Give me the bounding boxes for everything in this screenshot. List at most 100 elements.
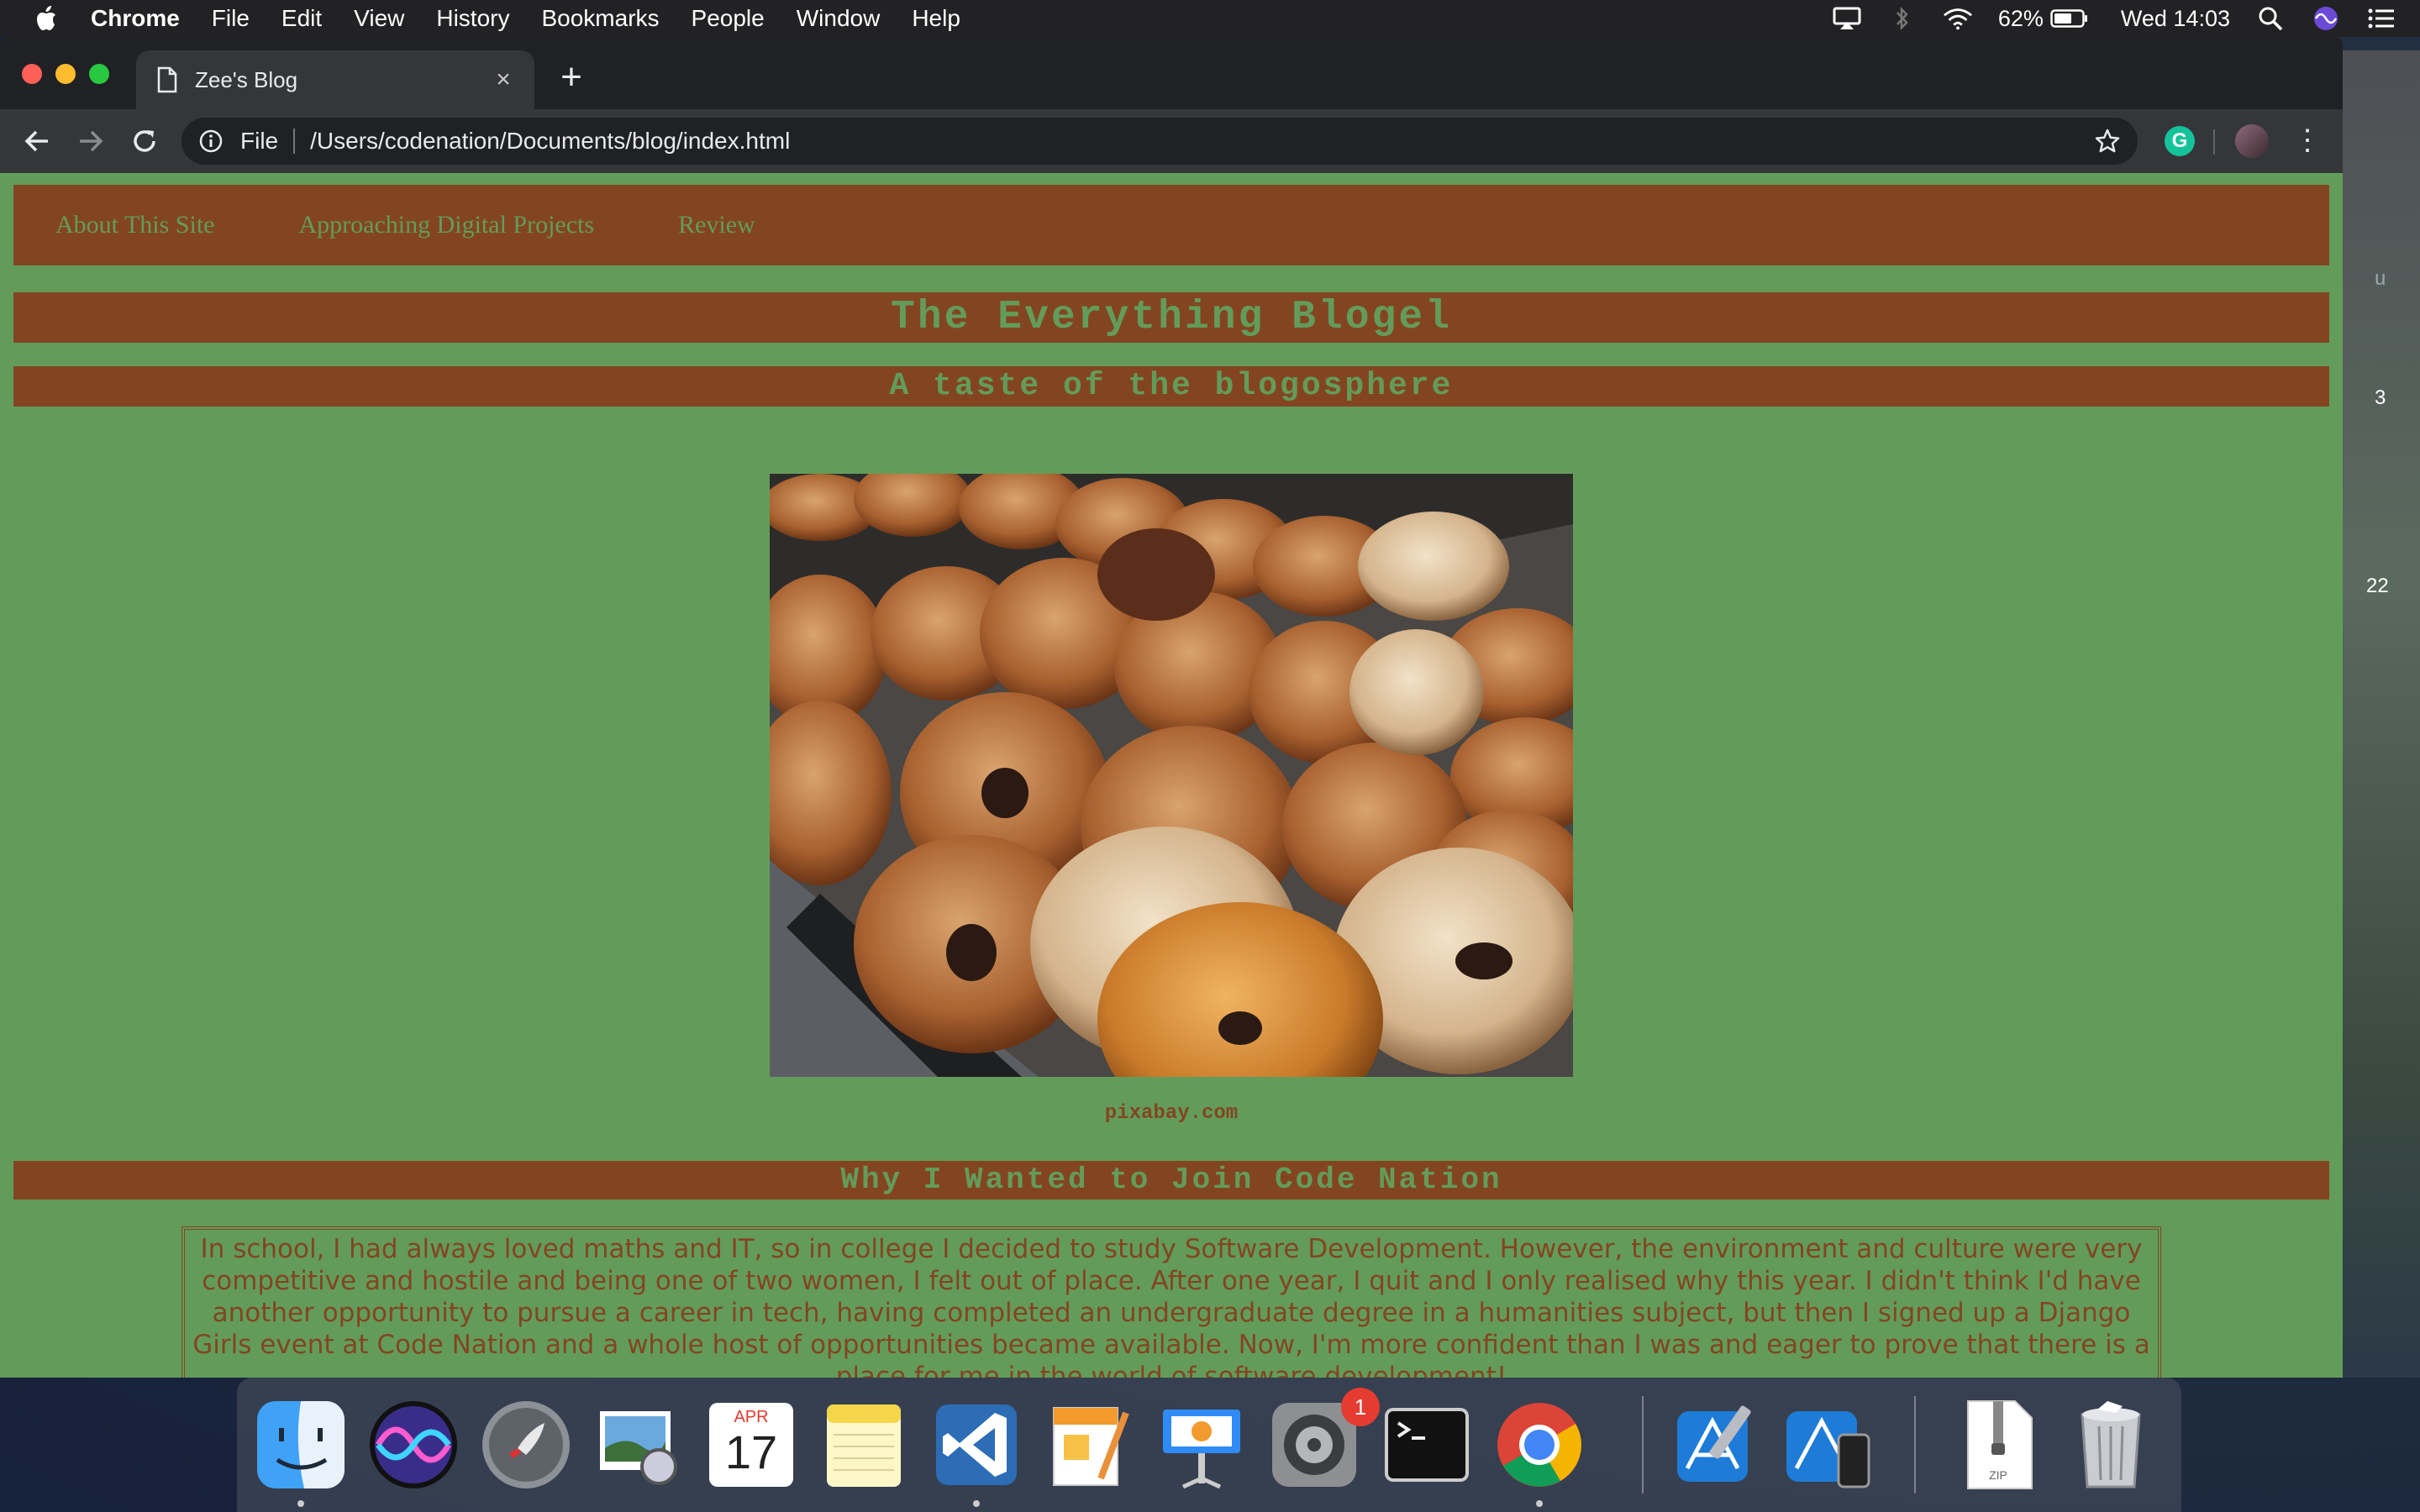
menu-bar: Chrome File Edit View History Bookmarks … xyxy=(0,0,2420,37)
dock-siri[interactable] xyxy=(366,1398,460,1492)
preview-icon xyxy=(600,1411,677,1485)
bagels-photo xyxy=(770,474,1573,1077)
battery-status[interactable]: 62% xyxy=(1998,6,2089,32)
close-window-button[interactable] xyxy=(22,64,42,84)
desktop-fragment: 3 xyxy=(2375,386,2386,409)
dock-vscode[interactable] xyxy=(929,1398,1023,1492)
dock-zip-archive[interactable]: ZIP xyxy=(1951,1398,2045,1492)
image-caption: pixabay.com xyxy=(1104,1102,1239,1125)
status-area: 62% Wed 14:03 xyxy=(1832,0,2396,37)
nav-link-approaching-digital-projects[interactable]: Approaching Digital Projects xyxy=(298,211,594,239)
document-icon xyxy=(157,66,177,93)
dock-launchpad[interactable] xyxy=(479,1398,573,1492)
calendar-day: 17 xyxy=(724,1425,778,1478)
dock-simulator[interactable] xyxy=(1781,1398,1876,1492)
info-icon[interactable] xyxy=(198,129,224,154)
browser-toolbar: File /Users/codenation/Documents/blog/in… xyxy=(0,109,2343,173)
dock-calendar[interactable]: APR 17 xyxy=(704,1398,798,1492)
notes-icon xyxy=(827,1404,901,1487)
url-scheme-label: File xyxy=(240,128,279,154)
tab-zees-blog[interactable]: Zee's Blog × xyxy=(136,50,534,109)
profile-avatar[interactable] xyxy=(2235,124,2269,158)
section-paragraph: In school, I had always loved maths and … xyxy=(182,1226,2161,1378)
desktop-fragment: u xyxy=(2375,267,2386,290)
apple-menu-icon[interactable] xyxy=(34,4,59,33)
minimize-window-button[interactable] xyxy=(55,64,76,84)
menu-window[interactable]: Window xyxy=(797,5,881,32)
menu-help[interactable]: Help xyxy=(912,5,960,32)
simulator-icon xyxy=(1786,1411,1870,1488)
menu-file[interactable]: File xyxy=(212,5,250,32)
dock-keynote[interactable] xyxy=(1155,1398,1249,1492)
url-text[interactable]: /Users/codenation/Documents/blog/index.h… xyxy=(310,128,790,155)
bookmark-star-icon[interactable] xyxy=(2094,128,2121,155)
dock-finder[interactable] xyxy=(254,1398,348,1492)
forward-button[interactable] xyxy=(74,124,108,158)
dock-separator xyxy=(1914,1396,1916,1494)
desktop-fragment: 22 xyxy=(2366,575,2389,597)
new-tab-button[interactable]: + xyxy=(555,59,588,96)
dock-terminal[interactable] xyxy=(1380,1398,1474,1492)
page-viewport: About This Site Approaching Digital Proj… xyxy=(0,173,2343,1378)
battery-percent: 62% xyxy=(1997,5,2044,31)
menu-edit[interactable]: Edit xyxy=(281,5,322,32)
site-nav: About This Site Approaching Digital Proj… xyxy=(13,185,2329,265)
dock-pages[interactable] xyxy=(1042,1398,1136,1492)
menu-people[interactable]: People xyxy=(692,5,765,32)
dock-notes[interactable] xyxy=(817,1398,911,1492)
close-tab-icon[interactable]: × xyxy=(491,67,516,92)
running-indicator xyxy=(1536,1500,1543,1507)
menu-app-chrome[interactable]: Chrome xyxy=(91,5,180,32)
running-indicator xyxy=(973,1500,980,1507)
battery-icon xyxy=(2050,9,2087,28)
dock-chrome[interactable] xyxy=(1492,1398,1586,1492)
page-title: The Everything Blogel xyxy=(13,292,2329,343)
finder-icon xyxy=(257,1401,345,1488)
tab-title: Zee's Blog xyxy=(195,66,298,92)
dock-trash[interactable] xyxy=(2064,1398,2158,1492)
rocket-icon xyxy=(482,1401,570,1488)
wifi-icon[interactable] xyxy=(1943,6,1973,31)
bluetooth-icon[interactable] xyxy=(1887,6,1918,31)
page-subtitle: A taste of the blogosphere xyxy=(13,366,2329,407)
menu-bookmarks[interactable]: Bookmarks xyxy=(541,5,659,32)
nav-link-review[interactable]: Review xyxy=(678,211,755,239)
section-heading: Why I Wanted to Join Code Nation xyxy=(13,1161,2329,1200)
notification-center-icon[interactable] xyxy=(2366,6,2396,31)
trash-icon xyxy=(2081,1401,2141,1488)
zoom-window-button[interactable] xyxy=(89,64,109,84)
clock[interactable]: Wed 14:03 xyxy=(2121,6,2230,32)
siri-icon xyxy=(370,1401,457,1488)
arrow-right-icon xyxy=(80,130,103,152)
desktop-edge: u 3 22 xyxy=(2339,50,2420,1378)
calendar-month: APR xyxy=(734,1408,769,1426)
url-separator xyxy=(293,129,296,154)
tab-strip: Zee's Blog × + xyxy=(0,37,2343,109)
vscode-icon xyxy=(936,1404,1017,1485)
grammarly-extension-icon[interactable]: G xyxy=(2165,126,2195,156)
pages-icon xyxy=(1053,1407,1129,1486)
menu-view[interactable]: View xyxy=(354,5,404,32)
spotlight-search-icon[interactable] xyxy=(2255,6,2286,31)
dock-xcode[interactable] xyxy=(1669,1398,1763,1492)
running-indicator xyxy=(297,1500,304,1507)
address-bar[interactable]: File /Users/codenation/Documents/blog/in… xyxy=(182,118,2138,165)
reload-button[interactable] xyxy=(128,124,161,158)
notification-badge: 1 xyxy=(1341,1388,1380,1426)
back-button[interactable] xyxy=(20,124,54,158)
dock-separator xyxy=(1642,1396,1644,1494)
terminal-icon xyxy=(1385,1408,1469,1482)
dock-preview[interactable] xyxy=(592,1398,686,1492)
nav-link-about[interactable]: About This Site xyxy=(55,211,214,239)
siri-icon[interactable] xyxy=(2311,6,2341,31)
chrome-menu-icon[interactable]: ⋮ xyxy=(2291,124,2324,158)
chrome-icon xyxy=(1497,1403,1581,1487)
menu-history[interactable]: History xyxy=(436,5,509,32)
reload-icon xyxy=(134,130,155,152)
airplay-icon[interactable] xyxy=(1832,6,1862,31)
browser-window: Zee's Blog × + File /Users/codenation/Do… xyxy=(0,37,2343,1378)
arrow-left-icon xyxy=(24,130,48,152)
keynote-icon xyxy=(1163,1410,1240,1489)
xcode-icon xyxy=(1677,1405,1751,1482)
toolbar-divider xyxy=(2213,129,2215,155)
